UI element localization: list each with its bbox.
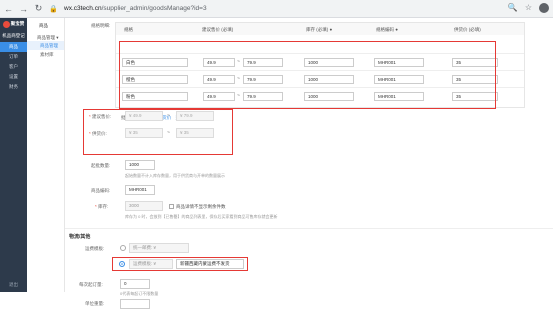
logo: 聚宝赞 bbox=[0, 18, 27, 30]
reload-icon[interactable]: ↻ bbox=[32, 2, 45, 15]
suggest-price-max-value: 79.9 bbox=[183, 113, 193, 118]
template-freight-input[interactable]: 运费模板: ¥ bbox=[129, 259, 173, 269]
address-bar[interactable]: wx.c3tech.cn/supplier_admin/goodsManage?… bbox=[64, 5, 207, 12]
min-order-input[interactable]: 0 bbox=[120, 279, 150, 289]
unified-freight-label: 统一邮费: bbox=[133, 245, 153, 250]
main-content: 规格明细: 规格 建议售价 (必填) 库存 (必填) ● 规格编码 ● 供货价 … bbox=[65, 18, 553, 309]
code-label: 商品编码: bbox=[91, 188, 111, 193]
start-qty-input[interactable]: 1000 bbox=[125, 160, 155, 170]
spec-header-stock: 库存 (必填) ● bbox=[306, 27, 333, 32]
stock-label: * 库存: bbox=[95, 204, 109, 209]
range-separator: ~ bbox=[167, 130, 170, 136]
unified-freight-input[interactable]: 统一邮费: ¥ bbox=[129, 243, 189, 253]
currency-symbol: ¥ bbox=[129, 130, 132, 135]
freight-template-select[interactable]: 新疆西藏内蒙运费不发货 bbox=[176, 259, 244, 269]
supply-price-max-input[interactable]: ¥ 35 bbox=[176, 128, 214, 138]
profile-avatar-icon[interactable] bbox=[539, 3, 549, 13]
spec-header-supply: 供货价 (必填) bbox=[454, 27, 481, 32]
subnav-item-goods-manage[interactable]: 商品管理 bbox=[27, 41, 64, 50]
min-order-label: 每次起订量: bbox=[79, 282, 103, 287]
logistics-section-title: 物流/其他 bbox=[65, 228, 553, 240]
currency-symbol: ¥ bbox=[129, 113, 132, 118]
unified-freight-radio[interactable] bbox=[120, 245, 126, 251]
sidebar-item-orders[interactable]: 订单 bbox=[0, 52, 27, 62]
suggest-price-min-value: 49.9 bbox=[132, 113, 142, 118]
browser-toolbar: ← → ↻ 🔒 wx.c3tech.cn/supplier_admin/good… bbox=[0, 0, 553, 18]
template-freight-radio[interactable] bbox=[119, 261, 125, 267]
sidebar-item-customers[interactable]: 客户 bbox=[0, 62, 27, 72]
unit-weight-input[interactable] bbox=[120, 299, 150, 309]
subnav-head: 商品 bbox=[39, 23, 48, 28]
currency-symbol: ¥ bbox=[153, 261, 157, 266]
spec-table-header: 规格 建议售价 (必填) 库存 (必填) ● 规格编码 ● 供货价 (必填) bbox=[116, 23, 524, 35]
spec-header-code: 规格编码 ● bbox=[376, 27, 398, 32]
range-separator: ~ bbox=[167, 113, 170, 119]
stock-label-text: 库存: bbox=[98, 204, 109, 209]
logout-link[interactable]: 退出 bbox=[0, 282, 27, 288]
start-qty-label: 起批数量: bbox=[91, 163, 111, 168]
supply-price-label: * 供货价: bbox=[89, 131, 107, 136]
supply-price-min-value: 35 bbox=[132, 130, 138, 135]
currency-symbol: ¥ bbox=[180, 130, 183, 135]
sidebar-item-settings[interactable]: 设置 bbox=[0, 72, 27, 82]
supply-price-min-input[interactable]: ¥ 35 bbox=[125, 128, 163, 138]
sidebar-item-goods[interactable]: 商品 bbox=[0, 42, 27, 52]
supply-price-label-text: 供货价: bbox=[92, 131, 107, 136]
suggest-price-label-text: 建议售价: bbox=[92, 114, 112, 119]
logo-icon bbox=[2, 20, 10, 28]
product-code-input[interactable]: MHR001 bbox=[125, 185, 155, 195]
template-freight-label: 运费模板: bbox=[133, 261, 153, 266]
supply-price-max-value: 35 bbox=[183, 130, 189, 135]
sidebar-title: 机品商登记 bbox=[2, 33, 25, 38]
currency-symbol: ¥ bbox=[180, 113, 183, 118]
zoom-icon[interactable]: 🔍 bbox=[508, 3, 518, 13]
main-sidebar: 聚宝赞 机品商登记 商品 订单 客户 设置 财务 退出 bbox=[0, 18, 27, 292]
logo-text: 聚宝赞 bbox=[10, 21, 25, 26]
lock-icon[interactable]: 🔒 bbox=[47, 2, 60, 15]
spec-highlight-box bbox=[119, 41, 496, 109]
back-arrow-icon[interactable]: ← bbox=[2, 2, 15, 15]
hide-stock-checkbox[interactable] bbox=[169, 204, 174, 209]
subnav-item-material-library[interactable]: 素材库 bbox=[27, 50, 64, 59]
url-host: wx.c3tech.cn bbox=[64, 5, 102, 12]
sidebar-item-finance[interactable]: 财务 bbox=[0, 82, 27, 92]
start-qty-hint: 起始数量不计入库存数量，用于供货商与开单的数量展示 bbox=[125, 173, 225, 178]
unit-weight-label: 单位重量: bbox=[85, 301, 105, 306]
logistics-section-text: 物流/其他 bbox=[69, 234, 91, 240]
freight-label: 运费模板: bbox=[85, 246, 105, 251]
star-icon[interactable]: ☆ bbox=[525, 3, 532, 13]
stock-hint: 库存为 0 时，会放到【已售罄】的商品列表里，保存后买家看到商品可售库存就会更新 bbox=[125, 214, 278, 219]
url-path: /supplier_admin/goodsManage?id=3 bbox=[101, 5, 207, 12]
sub-sidebar: 商品 商品管理 ▾ 商品管理 素材库 bbox=[27, 18, 65, 292]
hide-stock-label: 商品详情不显示剩余件数 bbox=[176, 204, 226, 209]
spec-header-price: 建议售价 (必填) bbox=[202, 27, 234, 32]
spec-header-name: 规格 bbox=[124, 27, 133, 32]
currency-symbol: ¥ bbox=[153, 245, 157, 250]
spec-label: 规格明细: bbox=[91, 23, 111, 28]
forward-arrow-icon[interactable]: → bbox=[17, 2, 30, 15]
suggest-price-max-input[interactable]: ¥ 79.9 bbox=[176, 111, 214, 121]
total-stock-input[interactable]: 3000 bbox=[125, 201, 163, 211]
suggest-price-min-input[interactable]: ¥ 49.9 bbox=[125, 111, 163, 121]
suggest-price-label: * 建议售价: bbox=[89, 114, 112, 119]
